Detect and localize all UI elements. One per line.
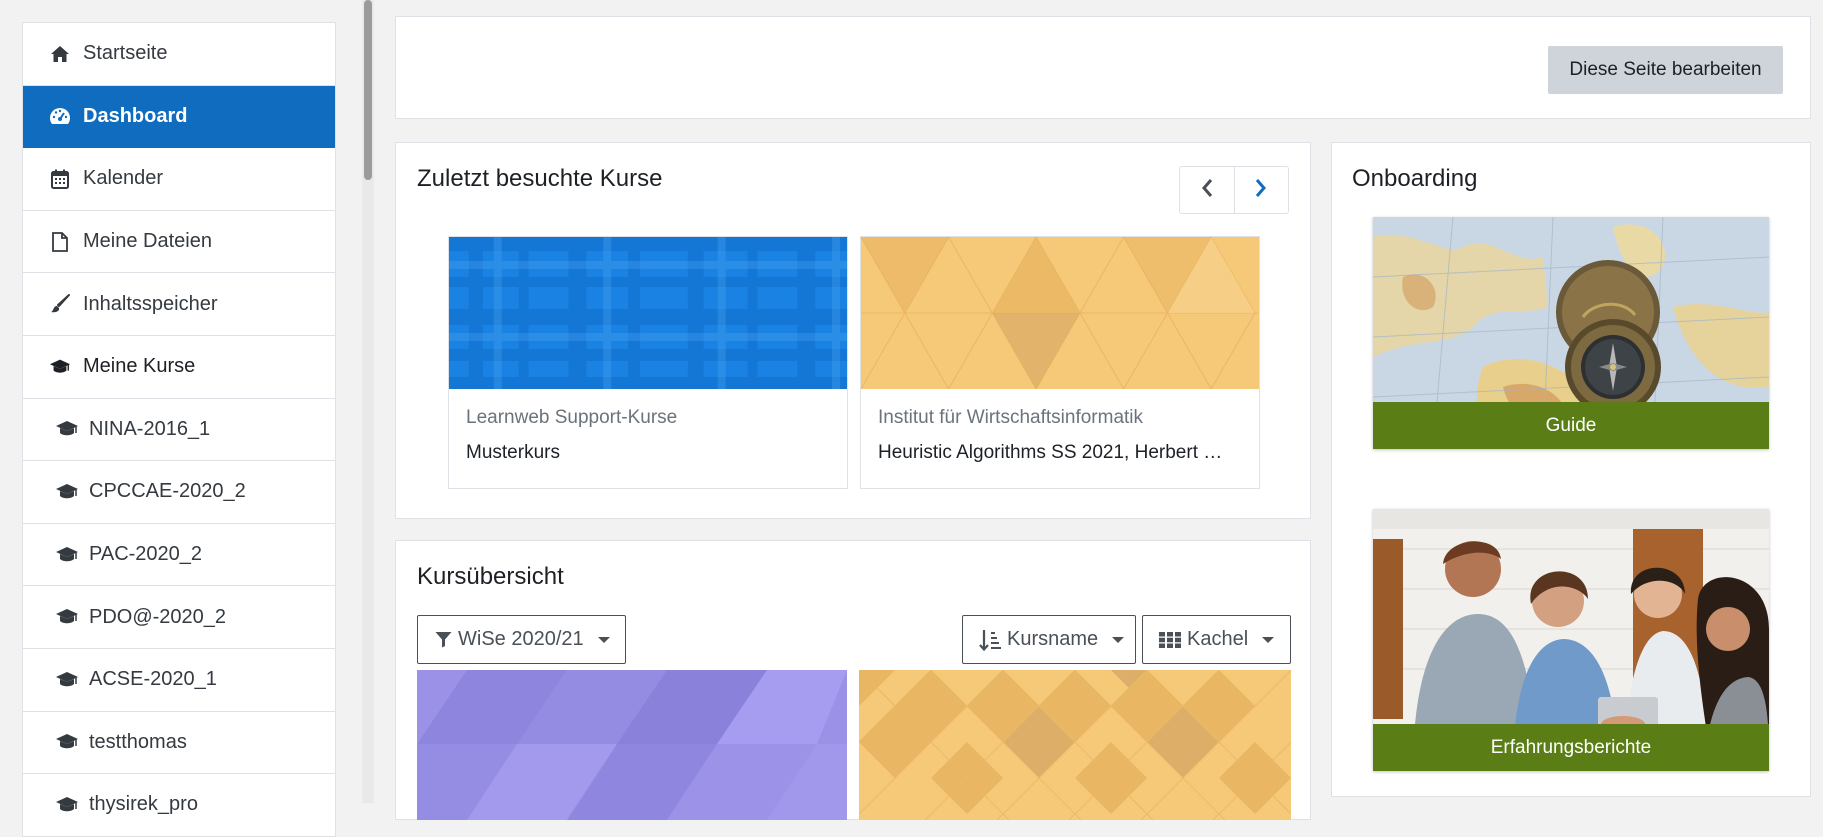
graduation-cap-icon — [55, 794, 79, 816]
sidebar-course-item[interactable]: thysirek_pro — [23, 774, 335, 837]
graduation-cap-icon — [55, 418, 79, 440]
sidebar-item-label: thysirek_pro — [89, 793, 198, 816]
recent-course-card[interactable]: Learnweb Support-Kurse Musterkurs — [448, 236, 848, 489]
filter-icon — [435, 631, 452, 648]
calendar-icon — [49, 168, 71, 190]
course-category: Learnweb Support-Kurse — [466, 407, 678, 428]
sidebar-course-item[interactable]: ACSE-2020_1 — [23, 649, 335, 712]
course-image — [861, 237, 1259, 389]
chevron-down-icon — [1112, 636, 1125, 643]
sidebar-item-label: PDO@-2020_2 — [89, 605, 227, 628]
course-category: Institut für Wirtschaftsinformatik — [878, 407, 1144, 428]
onboarding-guide-tile[interactable]: Guide — [1373, 217, 1769, 449]
home-icon — [49, 43, 71, 65]
sidebar-item-label: Meine Dateien — [83, 230, 212, 253]
sidebar-item-label: PAC-2020_2 — [89, 543, 203, 566]
sidebar-item-label: NINA-2016_1 — [89, 417, 211, 440]
previous-button[interactable] — [1180, 167, 1234, 213]
grid-icon — [1159, 631, 1181, 648]
carousel-nav — [1179, 166, 1289, 214]
dashboard-icon — [49, 105, 71, 127]
file-icon — [49, 231, 71, 253]
chevron-down-icon — [597, 636, 610, 643]
sidebar-item-label: CPCCAE-2020_2 — [89, 480, 246, 503]
onboarding-reports-tile[interactable]: Erfahrungsberichte — [1373, 509, 1769, 771]
next-button[interactable] — [1233, 167, 1289, 213]
graduation-cap-icon — [55, 669, 79, 691]
onboarding-reports-label: Erfahrungsberichte — [1373, 724, 1769, 771]
sidebar-course-item[interactable]: PDO@-2020_2 — [23, 586, 335, 649]
course-name-link[interactable]: Heuristic Algorithms SS 2021, Herbert … — [878, 442, 1222, 464]
chevron-right-icon — [1255, 178, 1267, 203]
sidebar-item-label: ACSE-2020_1 — [89, 668, 217, 691]
sidebar-course-item[interactable]: testthomas — [23, 712, 335, 775]
sidebar-item-dashboard[interactable]: Dashboard — [23, 85, 335, 149]
sidebar-item-label: testthomas — [89, 730, 187, 753]
course-overview-title: Kursübersicht — [417, 563, 564, 590]
edit-page-button[interactable]: Diese Seite bearbeiten — [1548, 46, 1783, 94]
sidebar-course-item[interactable]: PAC-2020_2 — [23, 524, 335, 587]
course-tile-image[interactable] — [417, 670, 847, 820]
sidebar-scrollbar-thumb[interactable] — [364, 0, 372, 180]
recent-courses-block: Zuletzt besuchte Kurse Learnweb Support-… — [395, 142, 1311, 519]
view-label: Kachel — [1187, 628, 1249, 650]
brush-icon — [49, 293, 71, 315]
sidebar-item-startseite[interactable]: Startseite — [23, 23, 335, 86]
sidebar-course-item[interactable]: CPCCAE-2020_2 — [23, 461, 335, 524]
sidebar-nav: Startseite Dashboard Kalender Meine Date… — [22, 22, 336, 837]
chevron-down-icon — [1262, 636, 1275, 643]
graduation-cap-icon — [55, 544, 79, 566]
graduation-cap-icon — [55, 606, 79, 628]
course-name-link[interactable]: Musterkurs — [466, 442, 560, 464]
sidebar-item-label: Kalender — [83, 167, 164, 190]
sort-dropdown[interactable]: Kursname — [962, 615, 1136, 664]
sidebar-course-item[interactable]: NINA-2016_1 — [23, 399, 335, 462]
grouping-filter-dropdown[interactable]: WiSe 2020/21 — [417, 615, 626, 664]
recent-courses-title: Zuletzt besuchte Kurse — [417, 165, 663, 192]
course-overview-block: Kursübersicht WiSe 2020/21 Kursname Kach… — [395, 540, 1311, 820]
grouping-filter-label: WiSe 2020/21 — [458, 628, 584, 650]
course-tile-image[interactable] — [859, 670, 1291, 820]
recent-course-card[interactable]: Institut für Wirtschaftsinformatik Heuri… — [860, 236, 1260, 489]
view-dropdown[interactable]: Kachel — [1142, 615, 1291, 664]
page-header-card: Diese Seite bearbeiten — [395, 16, 1811, 119]
onboarding-guide-label: Guide — [1373, 402, 1769, 449]
sidebar-item-label: Inhaltsspeicher — [83, 292, 218, 315]
graduation-cap-icon — [55, 731, 79, 753]
sidebar-item-label: Startseite — [83, 42, 168, 65]
course-image — [449, 237, 847, 389]
graduation-cap-icon — [55, 481, 79, 503]
onboarding-block: Onboarding Guide Erfahrungsberichte — [1331, 142, 1811, 797]
chevron-left-icon — [1201, 178, 1213, 203]
sort-icon — [979, 629, 1001, 651]
sidebar-item-label: Dashboard — [83, 104, 188, 127]
sidebar-item-label: Meine Kurse — [83, 355, 196, 378]
sidebar-item-meine-dateien[interactable]: Meine Dateien — [23, 211, 335, 274]
graduation-cap-icon — [49, 356, 71, 378]
onboarding-title: Onboarding — [1352, 165, 1478, 192]
sidebar-item-kalender[interactable]: Kalender — [23, 148, 335, 211]
sidebar-item-inhaltsspeicher[interactable]: Inhaltsspeicher — [23, 273, 335, 336]
sidebar-item-meine-kurse[interactable]: Meine Kurse — [23, 336, 335, 399]
sort-label: Kursname — [1007, 628, 1099, 650]
